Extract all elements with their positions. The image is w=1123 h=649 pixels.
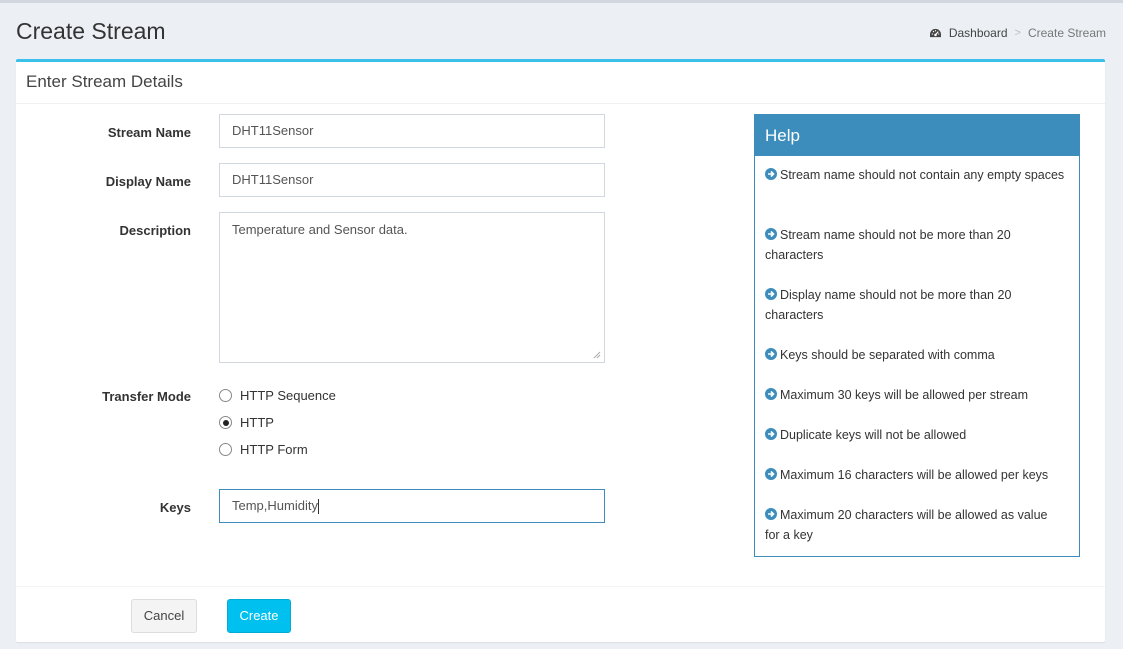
radio-http-sequence-label: HTTP Sequence	[240, 388, 336, 403]
description-value: Temperature and Sensor data.	[232, 222, 408, 237]
arrow-circle-right-icon	[765, 168, 777, 180]
help-item-text: Maximum 30 keys will be allowed per stre…	[780, 388, 1029, 402]
description-label: Description	[119, 223, 191, 238]
help-item-text: Stream name should not be more than 20 c…	[765, 228, 1011, 262]
dashboard-icon	[929, 28, 941, 37]
help-item: Maximum 30 keys will be allowed per stre…	[765, 385, 1065, 405]
help-item: Maximum 16 characters will be allowed pe…	[765, 465, 1065, 485]
radio-http-form[interactable]: HTTP Form	[219, 442, 308, 457]
breadcrumb-current: Create Stream	[1027, 26, 1106, 40]
keys-input[interactable]: Temp,Humidity	[219, 489, 605, 523]
box-footer: Cancel Create	[16, 586, 1105, 645]
display-name-value: DHT11Sensor	[232, 172, 314, 187]
resize-grip-icon[interactable]	[592, 350, 601, 359]
help-title: Help	[755, 115, 1079, 156]
box-title: Enter Stream Details	[26, 72, 183, 91]
help-item-text: Stream name should not contain any empty…	[780, 168, 1065, 182]
help-item: Display name should not be more than 20 …	[765, 285, 1065, 325]
help-item: Maximum 20 characters will be allowed as…	[765, 505, 1065, 545]
stream-name-label: Stream Name	[107, 125, 191, 140]
arrow-circle-right-icon	[765, 468, 777, 480]
cancel-button[interactable]: Cancel	[131, 599, 197, 633]
help-item-text: Duplicate keys will not be allowed	[780, 428, 967, 442]
radio-http-sequence[interactable]: HTTP Sequence	[219, 388, 336, 403]
help-item: Stream name should not be more than 20 c…	[765, 225, 1065, 265]
arrow-circle-right-icon	[765, 508, 777, 520]
breadcrumb-dashboard-link[interactable]: Dashboard	[929, 26, 1008, 40]
breadcrumb-dashboard-label: Dashboard	[948, 26, 1008, 40]
help-item-text: Keys should be separated with comma	[780, 348, 995, 362]
help-item: Keys should be separated with comma	[765, 345, 1065, 365]
breadcrumb-separator: >	[1014, 27, 1021, 39]
arrow-circle-right-icon	[765, 348, 777, 360]
box-header: Enter Stream Details	[16, 62, 1105, 104]
text-caret	[317, 499, 319, 515]
keys-value: Temp,Humidity	[232, 498, 318, 513]
top-border	[0, 0, 1123, 3]
display-name-input[interactable]: DHT11Sensor	[219, 163, 605, 197]
radio-http-sequence-circle[interactable]	[219, 389, 232, 402]
display-name-label: Display Name	[105, 174, 191, 189]
radio-http-form-circle[interactable]	[219, 443, 232, 456]
radio-http-circle[interactable]	[219, 416, 232, 429]
breadcrumb: Dashboard > Create Stream	[929, 26, 1106, 40]
stream-name-input[interactable]: DHT11Sensor	[219, 114, 605, 148]
radio-http[interactable]: HTTP	[219, 415, 274, 430]
radio-http-label: HTTP	[240, 415, 274, 430]
transfer-mode-label: Transfer Mode	[102, 389, 191, 404]
help-item-text: Maximum 16 characters will be allowed pe…	[780, 468, 1049, 482]
keys-label: Keys	[159, 500, 191, 515]
help-item-text: Display name should not be more than 20 …	[765, 288, 1012, 322]
content-header: Create Stream Dashboard > Create Stream	[16, 18, 1106, 48]
description-textarea[interactable]: Temperature and Sensor data.	[219, 212, 605, 363]
page-title: Create Stream	[16, 18, 166, 44]
arrow-circle-right-icon	[765, 228, 777, 240]
arrow-circle-right-icon	[765, 288, 777, 300]
stream-details-box: Enter Stream Details Stream Name DHT11Se…	[16, 59, 1105, 642]
stream-name-value: DHT11Sensor	[232, 123, 314, 138]
help-item: Stream name should not contain any empty…	[765, 165, 1065, 185]
create-button[interactable]: Create	[227, 599, 291, 633]
help-item: Duplicate keys will not be allowed	[765, 425, 1065, 445]
help-item-text: Maximum 20 characters will be allowed as…	[765, 508, 1048, 542]
help-panel: Help Stream name should not contain any …	[754, 114, 1080, 557]
arrow-circle-right-icon	[765, 388, 777, 400]
radio-http-form-label: HTTP Form	[240, 442, 308, 457]
arrow-circle-right-icon	[765, 428, 777, 440]
